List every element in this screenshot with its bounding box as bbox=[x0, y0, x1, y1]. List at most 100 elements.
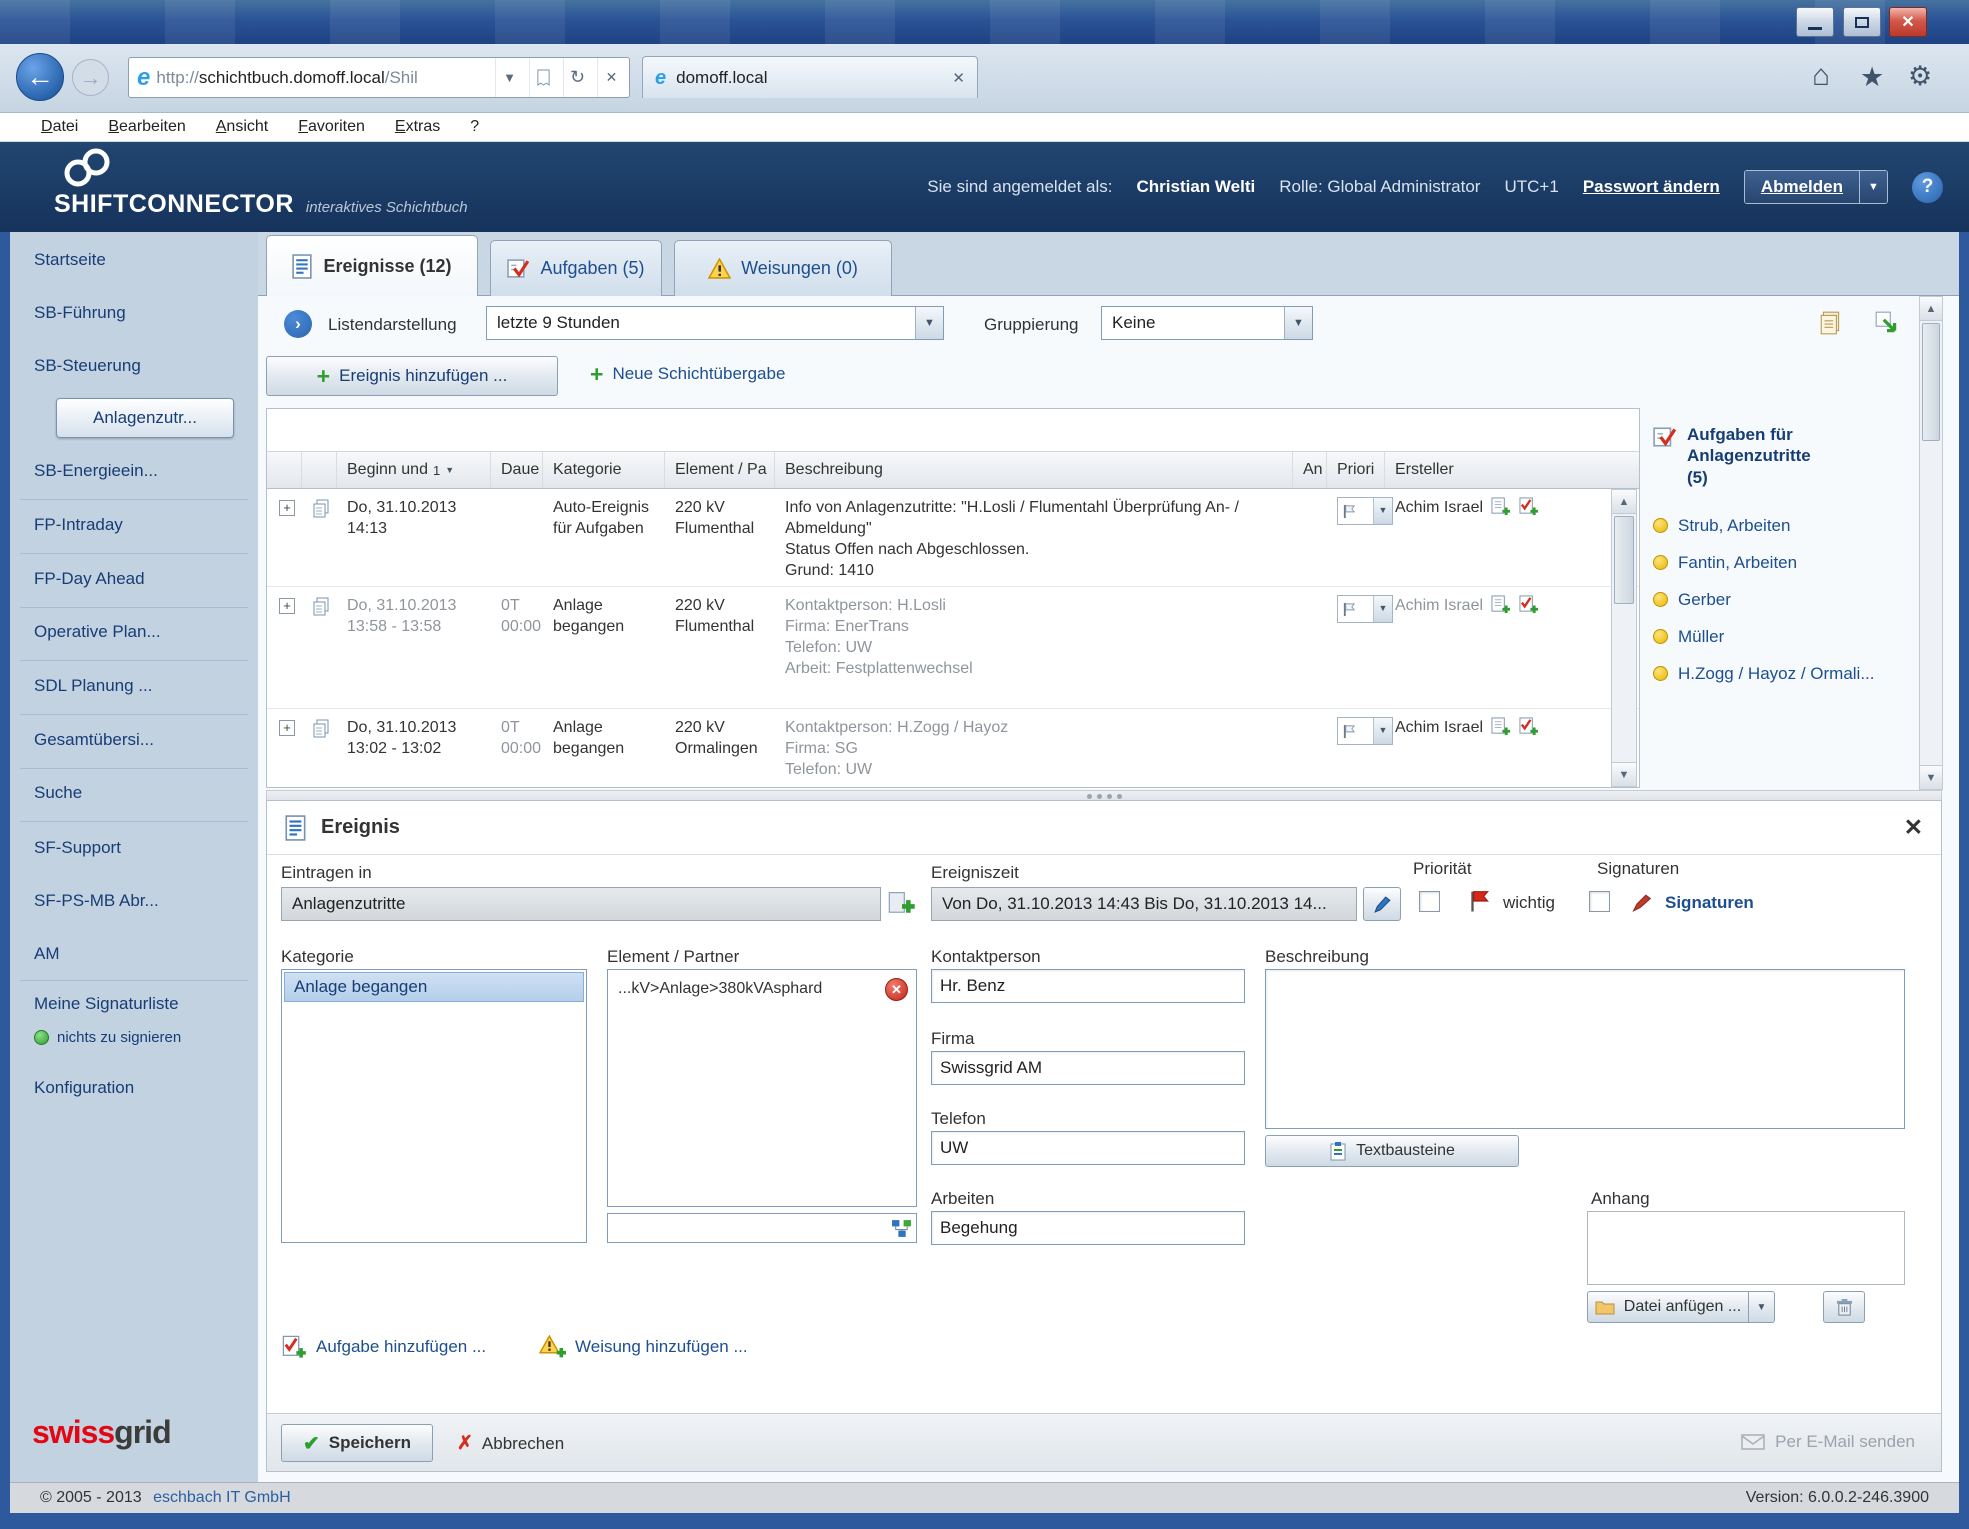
text-blocks-button[interactable]: Textbausteine bbox=[1265, 1135, 1519, 1167]
scrollbar-thumb[interactable] bbox=[1614, 516, 1634, 604]
address-bar[interactable]: e http://schichtbuch.domoff.local/Shil ▼… bbox=[128, 57, 630, 98]
col-header-duration[interactable]: Daue bbox=[495, 452, 543, 488]
close-form-button[interactable]: ✕ bbox=[1904, 814, 1923, 841]
menu-favoriten[interactable]: Favoriten bbox=[283, 114, 380, 140]
help-button[interactable]: ? bbox=[1912, 172, 1943, 203]
add-note-icon[interactable] bbox=[1490, 497, 1511, 516]
chevron-down-icon[interactable]: ▼ bbox=[1284, 307, 1312, 339]
copy-list-button[interactable] bbox=[1816, 308, 1846, 338]
add-signature-icon[interactable] bbox=[1518, 717, 1539, 736]
attach-file-dropdown-arrow[interactable]: ▼ bbox=[1749, 1291, 1775, 1323]
window-titlebar[interactable]: ✕ bbox=[0, 0, 1969, 44]
add-note-icon[interactable] bbox=[1490, 595, 1511, 614]
menu-ansicht[interactable]: Ansicht bbox=[201, 114, 283, 140]
copy-icon[interactable] bbox=[311, 499, 331, 519]
col-header-category[interactable]: Kategorie bbox=[547, 452, 665, 488]
task-item[interactable]: H.Zogg / Hayoz / Ormali... bbox=[1653, 664, 1945, 684]
send-email-button[interactable]: Per E-Mail senden bbox=[1741, 1432, 1915, 1452]
add-signature-icon[interactable] bbox=[1518, 497, 1539, 516]
tab-close-button[interactable]: ✕ bbox=[952, 69, 965, 87]
content-scrollbar[interactable]: ▲ ▼ bbox=[1919, 296, 1943, 790]
table-scrollbar[interactable]: ▲ ▼ bbox=[1611, 489, 1637, 787]
logout-dropdown-arrow-icon[interactable]: ▼ bbox=[1859, 171, 1887, 203]
sidebar-item-fp-day-ahead[interactable]: FP-Day Ahead bbox=[10, 569, 258, 589]
phone-input[interactable] bbox=[931, 1131, 1245, 1165]
expand-row-button[interactable]: + bbox=[279, 500, 295, 516]
back-button[interactable]: ← bbox=[16, 53, 64, 101]
signatures-checkbox[interactable] bbox=[1589, 891, 1610, 912]
event-row-3[interactable]: + Do, 31.10.2013 13:02 - 13:02 0T 00:00 … bbox=[267, 709, 1639, 787]
priority-checkbox[interactable] bbox=[1419, 891, 1440, 912]
expand-section-button[interactable]: › bbox=[284, 310, 312, 338]
add-event-button[interactable]: + Ereignis hinzufügen ... bbox=[266, 356, 558, 396]
sidebar-item-am[interactable]: AM bbox=[10, 944, 258, 964]
sidebar-item-operative-planung[interactable]: Operative Plan... bbox=[10, 622, 258, 642]
refresh-button[interactable]: ↻ bbox=[563, 58, 591, 97]
event-time-field[interactable]: Von Do, 31.10.2013 14:43 Bis Do, 31.10.2… bbox=[931, 887, 1357, 921]
chevron-down-icon[interactable]: ▼ bbox=[915, 307, 943, 339]
scrollbar-thumb[interactable] bbox=[1922, 323, 1940, 441]
priority-flag-select[interactable]: ▼ bbox=[1337, 595, 1393, 623]
change-password-link[interactable]: Passwort ändern bbox=[1583, 177, 1720, 197]
add-entry-target-button[interactable] bbox=[887, 889, 917, 917]
work-input[interactable] bbox=[931, 1211, 1245, 1245]
col-header-an[interactable]: An bbox=[1297, 452, 1327, 488]
company-input[interactable] bbox=[931, 1051, 1245, 1085]
sidebar-item-fp-intraday[interactable]: FP-Intraday bbox=[10, 515, 258, 535]
stop-button[interactable]: ✕ bbox=[597, 58, 625, 97]
description-textarea[interactable] bbox=[1265, 969, 1905, 1129]
maximize-button[interactable] bbox=[1843, 7, 1881, 37]
cancel-button[interactable]: ✗ Abbrechen bbox=[457, 1432, 564, 1455]
save-button[interactable]: ✔ Speichern bbox=[281, 1424, 433, 1462]
grouping-select[interactable]: Keine ▼ bbox=[1101, 306, 1313, 340]
col-header-priority[interactable]: Priori bbox=[1331, 452, 1385, 488]
sidebar-item-sf-ps-mb[interactable]: SF-PS-MB Abr... bbox=[10, 891, 258, 911]
settings-gear-button[interactable]: ⚙ bbox=[1908, 63, 1932, 90]
add-instruction-link[interactable]: Weisung hinzufügen ... bbox=[539, 1335, 748, 1358]
event-row-1[interactable]: + Do, 31.10.2013 14:13 Auto-Ereignis für… bbox=[267, 489, 1639, 587]
company-link[interactable]: eschbach IT GmbH bbox=[153, 1489, 291, 1506]
col-header-description[interactable]: Beschreibung bbox=[779, 452, 1293, 488]
category-option-selected[interactable]: Anlage begangen bbox=[284, 972, 584, 1002]
forward-button[interactable]: → bbox=[72, 59, 109, 96]
category-listbox[interactable]: Anlage begangen bbox=[281, 969, 587, 1243]
copy-icon[interactable] bbox=[311, 719, 331, 739]
scroll-down-icon[interactable]: ▼ bbox=[1920, 765, 1942, 789]
compatibility-view-icon[interactable] bbox=[529, 58, 557, 97]
task-item[interactable]: Gerber bbox=[1653, 590, 1945, 610]
attach-file-split-button[interactable]: Datei anfügen ... ▼ bbox=[1587, 1291, 1775, 1323]
favorites-star-button[interactable]: ★ bbox=[1860, 64, 1884, 91]
close-window-button[interactable]: ✕ bbox=[1889, 7, 1927, 37]
sidebar-item-sf-support[interactable]: SF-Support bbox=[10, 838, 258, 858]
scroll-down-icon[interactable]: ▼ bbox=[1612, 762, 1636, 786]
sidebar-item-konfiguration[interactable]: Konfiguration bbox=[10, 1078, 258, 1098]
edit-event-time-button[interactable] bbox=[1363, 887, 1401, 921]
expand-row-button[interactable]: + bbox=[279, 598, 295, 614]
contact-input[interactable] bbox=[931, 969, 1245, 1003]
logout-button[interactable]: Abmelden ▼ bbox=[1744, 170, 1888, 204]
sidebar-item-anlagenzutritte-active[interactable]: Anlagenzutr... bbox=[56, 398, 234, 438]
signatures-link[interactable]: Signaturen bbox=[1665, 893, 1754, 913]
tab-weisungen[interactable]: Weisungen (0) bbox=[674, 240, 892, 296]
sidebar-item-sdl-planung[interactable]: SDL Planung ... bbox=[10, 676, 258, 696]
expand-row-button[interactable]: + bbox=[279, 720, 295, 736]
event-row-2[interactable]: + Do, 31.10.2013 13:58 - 13:58 0T 00:00 … bbox=[267, 587, 1639, 709]
sidebar-item-sb-steuerung[interactable]: SB-Steuerung bbox=[10, 356, 258, 376]
task-item[interactable]: Müller bbox=[1653, 627, 1945, 647]
col-header-element[interactable]: Element / Pa bbox=[669, 452, 775, 488]
col-header-creator[interactable]: Ersteller bbox=[1389, 452, 1569, 488]
element-browser-button[interactable] bbox=[888, 1216, 914, 1240]
menu-bearbeiten[interactable]: Bearbeiten bbox=[93, 114, 200, 140]
attach-file-button[interactable]: Datei anfügen ... bbox=[1587, 1291, 1749, 1323]
list-view-select[interactable]: letzte 9 Stunden ▼ bbox=[486, 306, 944, 340]
sidebar-item-meine-signaturliste[interactable]: Meine Signaturliste bbox=[10, 994, 258, 1014]
delete-attachment-button[interactable] bbox=[1823, 1291, 1865, 1323]
home-button[interactable]: ⌂ bbox=[1812, 61, 1830, 91]
browser-tab[interactable]: e domoff.local ✕ bbox=[642, 56, 978, 98]
add-note-icon[interactable] bbox=[1490, 717, 1511, 736]
minimize-button[interactable] bbox=[1796, 7, 1834, 37]
element-search-field[interactable] bbox=[607, 1213, 917, 1243]
scroll-up-icon[interactable]: ▲ bbox=[1612, 490, 1636, 514]
menu-help[interactable]: ? bbox=[455, 114, 494, 140]
sidebar-item-suche[interactable]: Suche bbox=[10, 783, 258, 803]
